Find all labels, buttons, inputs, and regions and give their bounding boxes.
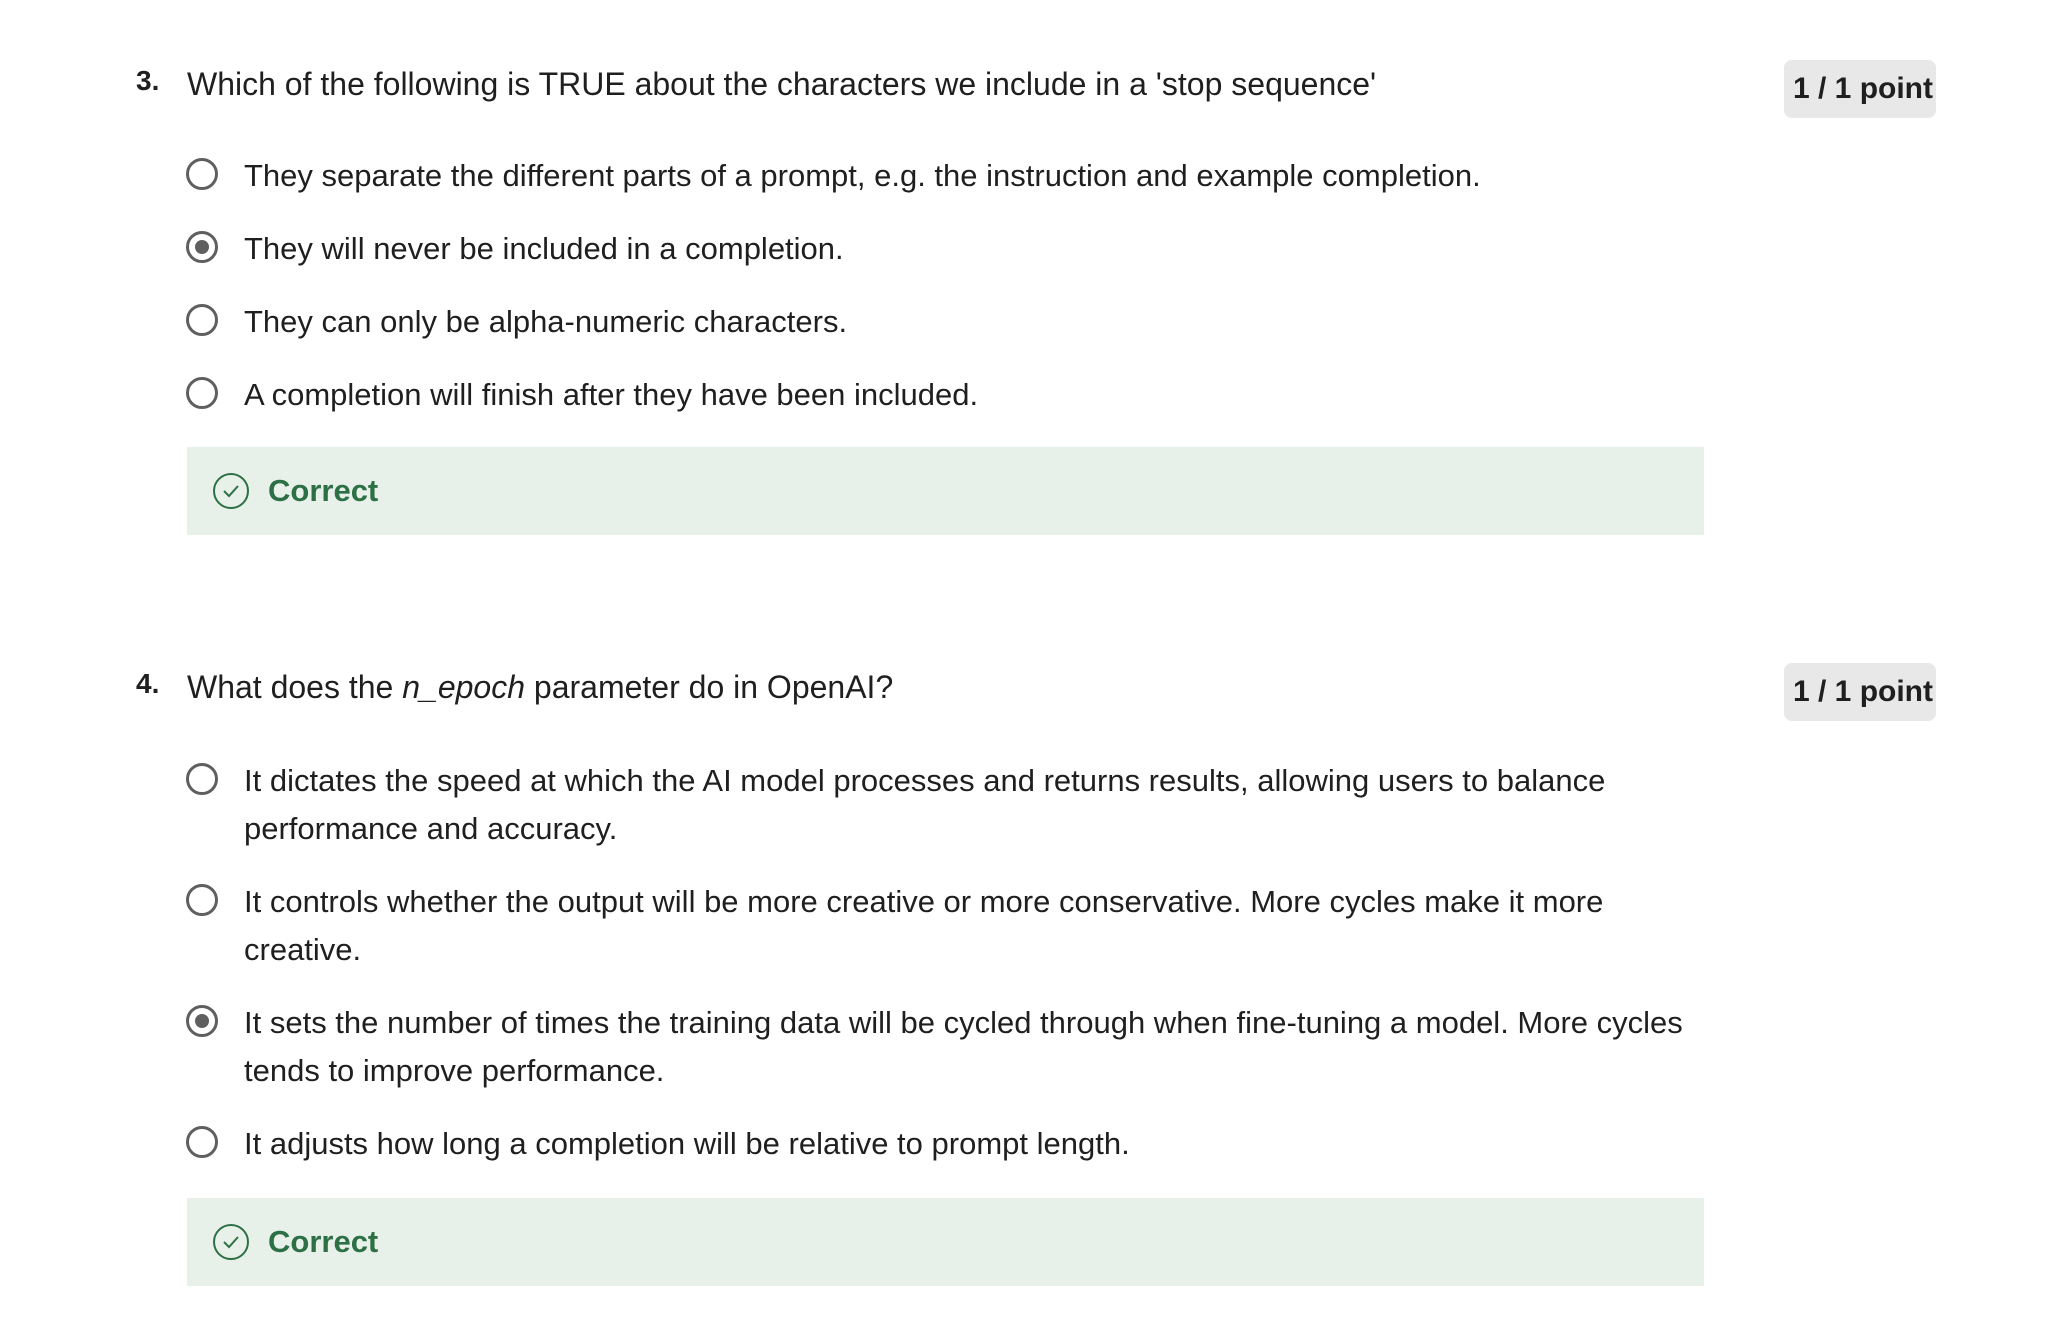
option-3[interactable]: It sets the number of times the training… <box>186 999 1714 1095</box>
feedback-banner: Correct <box>187 1198 1704 1286</box>
question-number: 4. <box>136 668 160 699</box>
feedback-banner: Correct <box>187 447 1704 535</box>
option-1[interactable]: It dictates the speed at which the AI mo… <box>186 757 1714 853</box>
option-label: It controls whether the output will be m… <box>244 884 1604 967</box>
option-label: It dictates the speed at which the AI mo… <box>244 763 1606 846</box>
option-2[interactable]: They will never be included in a complet… <box>186 225 1714 273</box>
question-number: 3. <box>136 65 160 96</box>
question-text-code: n_epoch <box>402 669 526 705</box>
option-label: A completion will finish after they have… <box>244 377 979 412</box>
option-1[interactable]: They separate the different parts of a p… <box>186 152 1714 200</box>
radio-unselected-icon[interactable] <box>186 884 218 916</box>
check-circle-icon <box>213 1224 249 1260</box>
feedback-label: Correct <box>268 1224 379 1259</box>
option-2[interactable]: It controls whether the output will be m… <box>186 878 1714 974</box>
points-badge: 1 / 1 point <box>1784 663 1936 721</box>
points-badge: 1 / 1 point <box>1784 60 1936 118</box>
option-label: They will never be included in a complet… <box>244 231 844 266</box>
radio-unselected-icon[interactable] <box>186 1126 218 1158</box>
radio-selected-icon[interactable] <box>186 1005 218 1037</box>
option-label: They separate the different parts of a p… <box>244 158 1481 193</box>
option-label: It sets the number of times the training… <box>244 1005 1683 1088</box>
option-3[interactable]: They can only be alpha-numeric character… <box>186 298 1714 346</box>
feedback-label: Correct <box>268 473 379 508</box>
radio-unselected-icon[interactable] <box>186 763 218 795</box>
check-circle-icon <box>213 473 249 509</box>
radio-unselected-icon[interactable] <box>186 304 218 336</box>
question-text: What does the n_epoch parameter do in Op… <box>187 665 893 709</box>
option-4[interactable]: A completion will finish after they have… <box>186 371 1714 419</box>
radio-unselected-icon[interactable] <box>186 377 218 409</box>
question-text-before: What does the <box>187 669 403 705</box>
option-label: They can only be alpha-numeric character… <box>244 304 848 339</box>
option-label: It adjusts how long a completion will be… <box>244 1126 1130 1161</box>
radio-unselected-icon[interactable] <box>186 158 218 190</box>
option-4[interactable]: It adjusts how long a completion will be… <box>186 1120 1714 1168</box>
radio-selected-icon[interactable] <box>186 231 218 263</box>
question-text: Which of the following is TRUE about the… <box>187 66 1377 102</box>
question-text-after: parameter do in OpenAI? <box>525 669 894 705</box>
